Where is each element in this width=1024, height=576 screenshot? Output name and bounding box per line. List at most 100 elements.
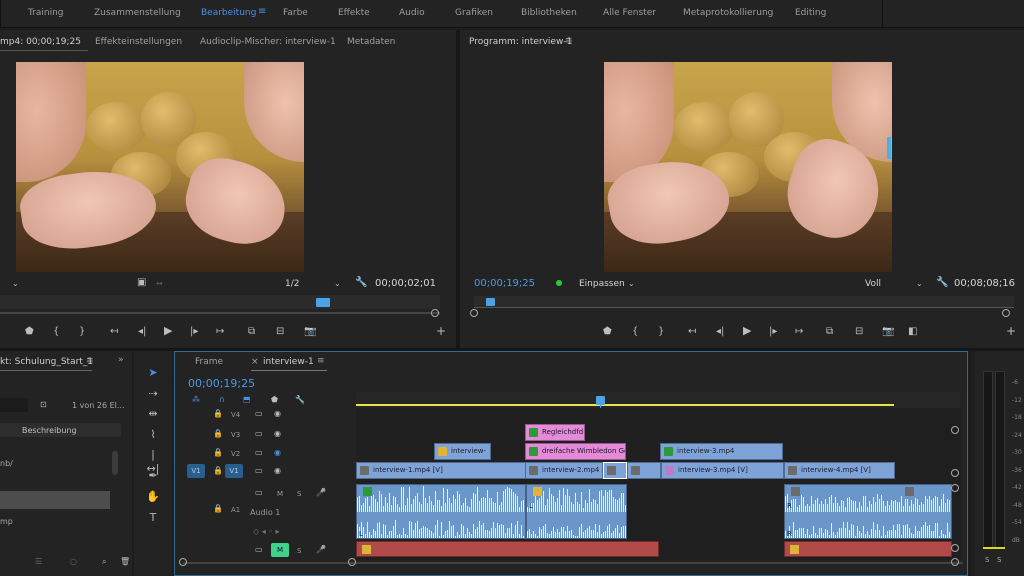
work-area-bar[interactable] [356,404,894,406]
workspace-grafiken[interactable]: Grafiken [455,8,493,18]
fit-toggle-icon[interactable]: ▣ [137,278,146,288]
v4-eye-icon[interactable]: ◉ [274,409,281,419]
video-tracks-scroll-top[interactable] [951,426,959,434]
a1-sync-icon[interactable]: ▭ [255,488,263,498]
workspace-farbe[interactable]: Farbe [283,8,308,18]
audio-clip-3[interactable]: R R [784,484,952,539]
step-forward-icon[interactable]: |▸ [190,327,198,337]
video-tracks-scroll-bottom[interactable] [951,469,959,477]
marker-icon[interactable]: ⬟ [25,327,34,337]
project-row-text-2[interactable]: mp [0,517,13,526]
program-step-forward-icon[interactable]: |▸ [769,327,777,337]
v1-source-patch[interactable]: V1 [187,464,205,478]
a1-solo[interactable]: S [297,490,301,498]
audio-clip-2[interactable]: L [526,484,627,539]
program-quality-select[interactable]: Voll [865,279,881,289]
play-icon[interactable]: ▶ [164,325,172,336]
snap-icon[interactable]: ⁂ [192,395,200,405]
project-title[interactable]: kt: Schulung_Start_1 [0,357,93,367]
v2-eye-icon[interactable]: ◉ [274,448,281,458]
insert-icon[interactable]: ⧉ [248,327,255,337]
column-description[interactable]: Beschreibung [22,426,77,435]
program-scrubber[interactable] [474,296,1014,308]
meter-solo-right[interactable]: S [997,556,1001,564]
lift-icon[interactable]: ⧉ [826,327,833,337]
timeline-playhead-head[interactable] [596,396,605,405]
a1-mic-icon[interactable]: 🎤 [316,488,326,498]
quality-chevron-icon[interactable]: ⌄ [916,279,923,289]
audio-clip-1[interactable]: L [356,484,526,539]
v3-sync-icon[interactable]: ▭ [255,429,263,439]
trash-icon[interactable]: 🗑 [120,557,130,567]
workspace-audio[interactable]: Audio [399,8,425,18]
selection-tool-icon[interactable]: ➤ [146,366,160,380]
program-mark-in-icon[interactable]: { [632,327,638,337]
clip-regleichdfd[interactable]: Regleichdfd [525,424,585,441]
program-export-frame-icon[interactable]: 📷 [882,327,894,337]
project-search-field[interactable] [0,398,28,412]
audio-track-2-clip-1[interactable] [356,541,659,557]
sequence-tab-menu[interactable]: ≡ [317,356,325,366]
timeline-scroll-mid[interactable] [348,558,356,566]
program-tab-menu[interactable]: ≡ [565,36,573,46]
audio-tracks-scroll-bottom[interactable] [951,544,959,552]
workspace-editing[interactable]: Editing [795,8,826,18]
v2-sync-icon[interactable]: ▭ [255,448,263,458]
workspace-effekte[interactable]: Effekte [338,8,370,18]
ripple-edit-tool-icon[interactable]: ⇹ [146,407,160,421]
a2-sync-icon[interactable]: ▭ [255,545,263,555]
fit-chevron-icon[interactable]: ⌄ [628,279,635,289]
timeline-scrollbar[interactable] [183,562,963,564]
source-scroll-bar[interactable] [0,312,440,314]
clip-interview-3-v2[interactable]: interview-3.mp4 [660,443,783,460]
workspace-training[interactable]: Training [28,8,64,18]
resolution-chevron-icon[interactable]: ⌄ [334,279,341,289]
project-row-text[interactable]: nb/ [0,459,13,468]
keyframe-nav-icon[interactable]: ◇ ◂ ◦ ▸ [253,527,280,537]
workspace-bearbeitung[interactable]: Bearbeitung [201,8,256,18]
a2-solo[interactable]: S [297,547,301,555]
go-to-out-icon[interactable]: ↦ [216,327,224,337]
program-mark-out-icon[interactable]: } [658,327,664,337]
type-tool-icon[interactable]: T [146,511,160,525]
v4-lock-icon[interactable]: 🔒 [213,409,223,419]
v1-sync-icon[interactable]: ▭ [255,466,263,476]
program-timecode-current[interactable]: 00;00;19;25 [474,278,535,289]
mark-out-icon[interactable]: } [79,327,85,337]
list-view-icon[interactable]: ☰ [35,557,42,567]
v4-sync-icon[interactable]: ▭ [255,409,263,419]
tab-source[interactable]: mp4: 00;00;19;25 [0,37,81,47]
clip-interview-2[interactable]: interview-2.mp4 [525,462,603,479]
program-marker-icon[interactable]: ⬟ [603,327,612,337]
clip-gap-fx[interactable] [627,462,661,479]
audio-tracks-scroll-top[interactable] [951,484,959,492]
razor-tool-icon[interactable]: ⌇ [146,428,160,442]
tab-close[interactable]: × [251,357,259,367]
project-scrollbar[interactable] [112,451,118,475]
v1-eye-icon[interactable]: ◉ [274,466,281,476]
clip-selected-small[interactable] [603,462,627,479]
extract-icon[interactable]: ⊟ [855,327,863,337]
program-scroll-end[interactable] [1002,309,1010,317]
clip-interview-short[interactable]: interview- [434,443,491,460]
program-go-to-in-icon[interactable]: ↤ [688,327,696,337]
comparison-view-icon[interactable]: ◧ [908,327,917,337]
track-select-tool-icon[interactable]: ⇢ [146,387,160,401]
timeline-settings-icon[interactable]: 🔧 [295,395,305,405]
pen-tool-icon[interactable]: ✒ [146,469,160,483]
add-marker-icon[interactable]: ⬟ [271,395,278,405]
clip-interview-4[interactable]: interview-4.mp4 [V] [784,462,895,479]
project-row-selected[interactable] [0,491,110,509]
wrench-icon[interactable]: 🔧 [355,278,367,288]
a1-mute[interactable]: M [277,490,283,498]
tab-program[interactable]: Programm: interview-1 [469,37,572,47]
clip-interview-3-v1[interactable]: interview-3.mp4 [V] [661,462,784,479]
v1-lock-icon[interactable]: 🔒 [213,466,223,476]
tab-effect-controls[interactable]: Effekteinstellungen [95,37,182,47]
a2-mic-icon[interactable]: 🎤 [316,545,326,555]
clip-interview-1[interactable]: interview-1.mp4 [V] [356,462,526,479]
v2-lock-icon[interactable]: 🔒 [213,448,223,458]
mark-in-icon[interactable]: { [53,327,59,337]
tab-metadata[interactable]: Metadaten [347,37,395,47]
dropdown-chevron-icon[interactable]: ⌄ [12,279,19,289]
